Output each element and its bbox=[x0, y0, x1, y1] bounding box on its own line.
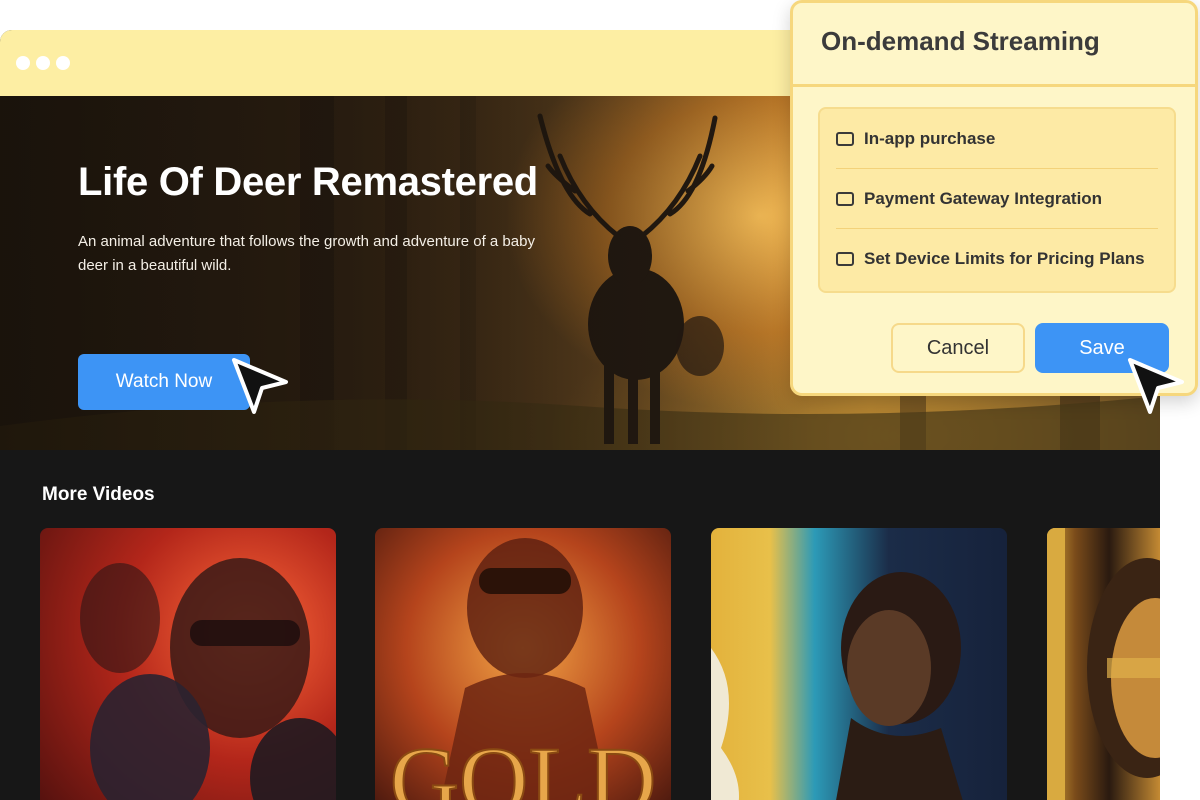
window-dot-2[interactable] bbox=[36, 56, 50, 70]
video-card-gold[interactable]: GOLD bbox=[375, 528, 671, 800]
dialog-header: On-demand Streaming bbox=[793, 3, 1195, 87]
gold-poster-text: GOLD bbox=[390, 727, 657, 800]
hero-title: Life Of Deer Remastered bbox=[78, 160, 538, 204]
portrait-gold-art bbox=[1047, 528, 1160, 800]
cancel-button[interactable]: Cancel bbox=[891, 323, 1025, 373]
more-videos-title: More Videos bbox=[42, 484, 155, 505]
cursor-arrow-icon bbox=[232, 358, 288, 414]
watch-now-button[interactable]: Watch Now bbox=[78, 354, 250, 410]
option-in-app-purchase[interactable]: In-app purchase bbox=[836, 109, 1158, 169]
video-card-portrait-blue[interactable] bbox=[711, 528, 1007, 800]
checkbox-icon[interactable] bbox=[836, 191, 854, 206]
checkbox-icon[interactable] bbox=[836, 131, 854, 146]
window-dot-3[interactable] bbox=[56, 56, 70, 70]
option-label: Set Device Limits for Pricing Plans bbox=[864, 249, 1145, 268]
video-card-portrait-gold[interactable] bbox=[1047, 528, 1160, 800]
option-device-limits[interactable]: Set Device Limits for Pricing Plans bbox=[836, 229, 1158, 289]
checkbox-icon[interactable] bbox=[836, 252, 854, 266]
gold-poster-art: GOLD bbox=[389, 538, 657, 800]
cursor-arrow-icon bbox=[1128, 358, 1184, 414]
action-poster-art bbox=[80, 558, 336, 800]
hero-description: An animal adventure that follows the gro… bbox=[78, 233, 535, 274]
option-label: In-app purchase bbox=[864, 128, 996, 148]
window-dot-1[interactable] bbox=[16, 56, 30, 70]
option-label: Payment Gateway Integration bbox=[864, 188, 1103, 208]
option-payment-gateway[interactable]: Payment Gateway Integration bbox=[836, 169, 1158, 229]
options-list: In-app purchase Payment Gateway Integrat… bbox=[818, 107, 1176, 293]
on-demand-streaming-dialog: On-demand Streaming In-app purchase Paym… bbox=[790, 0, 1198, 396]
dialog-title: On-demand Streaming bbox=[821, 26, 1100, 56]
video-card-action[interactable] bbox=[40, 528, 336, 800]
portrait-blue-art bbox=[711, 572, 963, 800]
